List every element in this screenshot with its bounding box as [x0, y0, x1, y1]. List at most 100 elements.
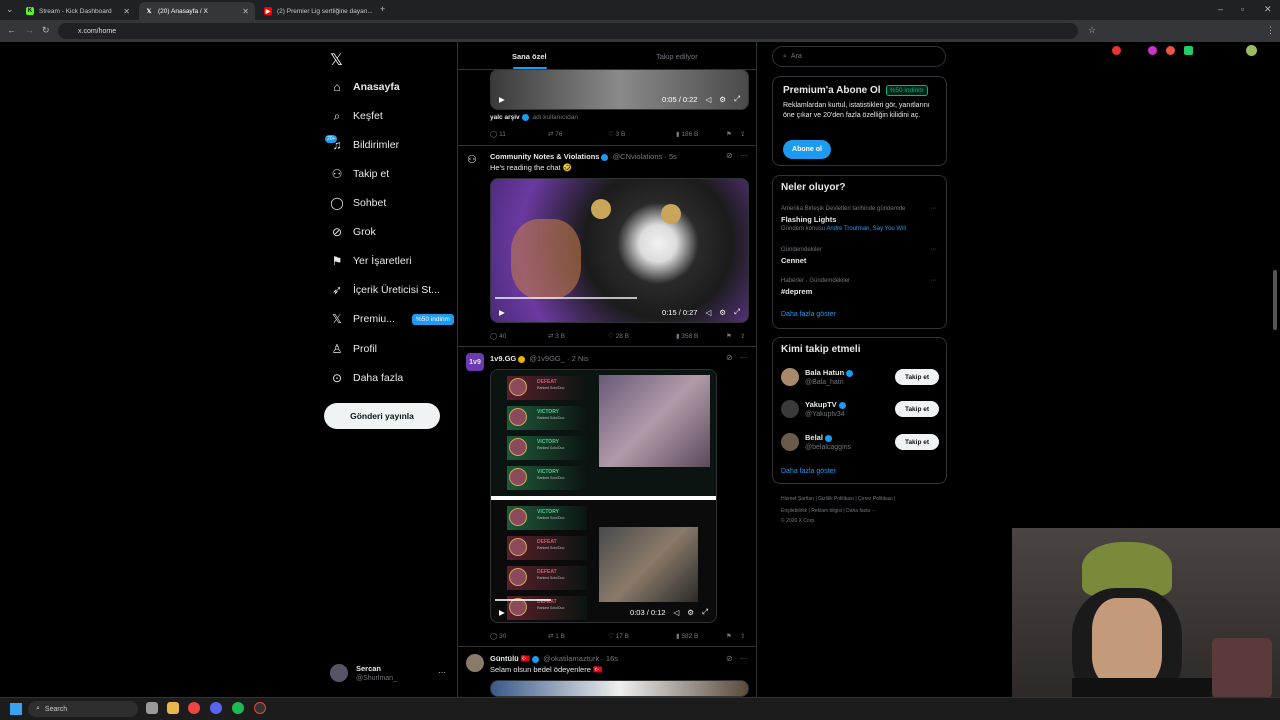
bookmark-icon[interactable]: ⚑ [726, 332, 740, 340]
windows-start-icon[interactable] [10, 703, 22, 715]
taskbar-search[interactable]: ⌕ Search [28, 701, 138, 717]
trend-name[interactable]: #deprem [781, 287, 812, 296]
fullscreen-icon[interactable]: ⤢ [734, 94, 740, 104]
suggestion-name[interactable]: YakupTV [805, 400, 848, 409]
share-icon[interactable]: ⇪ [740, 632, 745, 640]
play-icon[interactable]: ▶ [499, 95, 505, 104]
author-name[interactable]: Güntülü 🇹🇷 [490, 654, 530, 663]
suggestion-name[interactable]: Belal [805, 433, 834, 442]
grok-icon[interactable]: ⊘ [726, 654, 733, 663]
nav-notifications[interactable]: ♫ 20+ Bildirimler [325, 135, 399, 152]
volume-icon[interactable]: ◁ [673, 608, 679, 617]
fullscreen-icon[interactable]: ⤢ [734, 307, 740, 317]
post-image[interactable] [490, 680, 749, 697]
suggestion-avatar[interactable] [781, 433, 799, 451]
post-video[interactable]: ▶ 0:05 / 0:22 ◁ ⚙ ⤢ [490, 69, 749, 110]
settings-icon[interactable]: ⚙ [719, 308, 726, 317]
reload-icon[interactable]: ↻ [42, 25, 50, 36]
post-video[interactable]: ▶ 0:15 / 0:27 ◁ ⚙ ⤢ [490, 178, 749, 323]
trend-more-icon[interactable]: ··· [930, 246, 937, 253]
discord-icon[interactable] [210, 702, 222, 714]
follow-button[interactable]: Takip et [895, 369, 939, 385]
footer-links[interactable]: Erişilebilirlik | Reklam bilgisi | Daha … [781, 508, 876, 514]
repost-button[interactable]: ⇄ 3 B [548, 332, 608, 340]
x-logo-icon[interactable]: 𝕏 [330, 50, 343, 70]
tab-for-you[interactable]: Sana özel [512, 52, 547, 61]
nav-profile[interactable]: ♙ Profil [330, 342, 377, 356]
trend-more-icon[interactable]: ··· [930, 205, 937, 212]
browser-tab-kick[interactable]: K Stream - Kick Dashboard ✕ [20, 2, 136, 20]
new-tab-icon[interactable]: + [380, 4, 385, 14]
video-progress[interactable] [495, 599, 551, 601]
page-scrollbar[interactable] [1273, 270, 1277, 330]
author-name[interactable]: Community Notes & Violations [490, 152, 599, 161]
tab-search-icon[interactable]: ⌄ [6, 4, 14, 15]
more-icon[interactable]: ··· [740, 151, 748, 160]
url-input[interactable]: x.com/home [58, 23, 1078, 39]
extension-icon[interactable] [1112, 46, 1121, 55]
back-icon[interactable]: ← [7, 25, 16, 35]
forward-icon[interactable]: → [25, 25, 34, 35]
browser-tab-x[interactable]: 𝕏 (20) Anasayfa / X ✕ [139, 2, 255, 20]
source-name[interactable]: yalc arşiv [490, 114, 520, 121]
close-icon[interactable]: ✕ [242, 7, 249, 16]
follow-button[interactable]: Takip et [895, 401, 939, 417]
nav-bookmarks[interactable]: ⚑ Yer İşaretleri [330, 254, 412, 268]
profile-avatar[interactable] [1246, 45, 1257, 56]
more-icon[interactable]: ··· [740, 654, 748, 663]
trends-show-more[interactable]: Daha fazla göster [781, 311, 836, 318]
nav-more[interactable]: ⊙ Daha fazla [330, 371, 403, 385]
nav-chat[interactable]: ◯ Sohbet [330, 196, 386, 210]
reply-button[interactable]: ◯ 40 [490, 332, 548, 340]
file-explorer-icon[interactable] [167, 702, 179, 714]
trend-name[interactable]: Cennet [781, 256, 806, 265]
chrome-icon[interactable] [188, 702, 200, 714]
suggestion-name[interactable]: Bala Hatun [805, 368, 855, 377]
views-button[interactable]: ▮ 358 B [676, 332, 726, 340]
repost-button[interactable]: ⇄ 76 [548, 130, 608, 138]
close-icon[interactable]: ✕ [123, 7, 130, 16]
follow-show-more[interactable]: Daha fazla göster [781, 468, 836, 475]
window-close-icon[interactable]: ✕ [1264, 4, 1272, 15]
extension-icon[interactable] [1184, 46, 1193, 55]
footer-links[interactable]: Hizmet Şartları | Gizlilik Politikası | … [781, 496, 895, 502]
task-view-icon[interactable] [146, 702, 158, 714]
maximize-icon[interactable]: ▫ [1241, 4, 1244, 14]
suggestion-avatar[interactable] [781, 368, 799, 386]
nav-explore[interactable]: ⌕ Keşfet [330, 109, 383, 123]
trend-more-icon[interactable]: ··· [930, 277, 937, 284]
obs-icon[interactable] [254, 702, 266, 714]
volume-icon[interactable]: ◁ [705, 308, 711, 317]
more-icon[interactable]: ··· [740, 353, 748, 362]
play-icon[interactable]: ▶ [499, 608, 505, 617]
nav-creator-studio[interactable]: ➶ İçerik Üreticisi St... [330, 283, 440, 297]
extension-icon[interactable] [1148, 46, 1157, 55]
account-more-icon[interactable]: ··· [438, 668, 446, 677]
menu-icon[interactable]: ⋮ [1266, 25, 1275, 36]
author-avatar[interactable] [466, 654, 484, 672]
account-avatar[interactable] [330, 664, 348, 682]
nav-premium[interactable]: 𝕏 Premiu... %50 indirim [330, 312, 454, 326]
search-input[interactable]: ⌕ Ara [772, 46, 946, 67]
bookmark-icon[interactable]: ⚑ [726, 632, 740, 640]
views-button[interactable]: ▮ 186 B [676, 130, 726, 138]
author-name[interactable]: 1v9.GG [490, 354, 516, 363]
tab-following[interactable]: Takip edilyor [656, 52, 698, 61]
grok-icon[interactable]: ⊘ [726, 353, 733, 362]
author-handle[interactable]: @okatilamazturk · 16s [543, 654, 618, 663]
bookmark-star-icon[interactable]: ☆ [1088, 25, 1096, 36]
reply-button[interactable]: ◯ 30 [490, 632, 548, 640]
trend-name[interactable]: Flashing Lights [781, 215, 836, 224]
minimize-icon[interactable]: – [1218, 4, 1223, 14]
extension-icon[interactable] [1166, 46, 1175, 55]
nav-grok[interactable]: ⊘ Grok [330, 225, 376, 239]
reply-button[interactable]: ◯ 11 [490, 130, 548, 138]
share-icon[interactable]: ⇪ [740, 130, 745, 138]
like-button[interactable]: ♡ 3 B [608, 130, 676, 138]
post-button[interactable]: Gönderi yayınla [324, 403, 440, 429]
volume-icon[interactable]: ◁ [705, 95, 711, 104]
grok-icon[interactable]: ⊘ [726, 151, 733, 160]
like-button[interactable]: ♡ 17 B [608, 632, 676, 640]
views-button[interactable]: ▮ 582 B [676, 632, 726, 640]
subscribe-button[interactable]: Abone ol [783, 140, 831, 159]
